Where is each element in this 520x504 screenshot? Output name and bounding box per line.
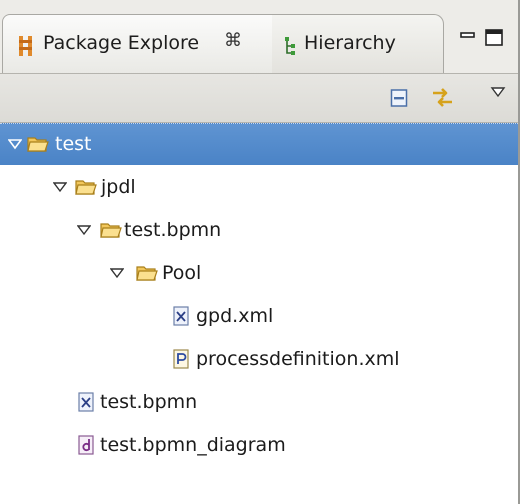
tab-package-explorer-label: Package Explore [43,32,200,54]
tree-item-label: processdefinition.xml [196,348,400,370]
expand-twisty-icon[interactable] [8,138,22,150]
tree-item-label: test.bpmn [124,219,222,241]
view-tab-bar: Package Explore ⌘ Hierarchy [0,0,518,74]
folder-icon [75,180,97,195]
tree-item-label: gpd.xml [196,305,274,327]
project-folder-icon [27,137,49,152]
xml-file-icon [173,306,189,326]
tree-item-test-bpmn-file[interactable]: test.bpmn [0,382,518,424]
tree-item-label: test [55,133,92,155]
tab-hierarchy[interactable]: Hierarchy [272,14,444,74]
tree-item-label: jpdl [101,176,136,198]
close-tab-icon[interactable]: ⌘ [224,32,242,50]
expand-twisty-icon[interactable] [77,224,91,236]
tree-item-label: Pool [162,262,202,284]
tree-item-test-bpmn-diagram[interactable]: test.bpmn_diagram [0,425,518,467]
folder-icon [136,266,158,281]
package-explorer-view: Package Explore ⌘ Hierarchy test jpdl te… [0,0,520,504]
package-explorer-icon [19,36,32,56]
diagram-file-icon [78,435,94,455]
project-tree: test jpdl test.bpmn Pool gpd.xml process… [0,123,518,504]
tree-item-test-bpmn-folder[interactable]: test.bpmn [0,210,518,252]
collapse-all-icon[interactable] [390,88,408,108]
tree-item-processdefinition-xml[interactable]: processdefinition.xml [0,339,518,381]
maximize-icon[interactable] [484,28,506,48]
hierarchy-icon [285,37,295,55]
tree-item-jpdl[interactable]: jpdl [0,167,518,209]
view-menu-icon[interactable] [490,86,506,98]
tab-package-explorer[interactable]: Package Explore ⌘ [2,14,274,74]
tree-item-gpd-xml[interactable]: gpd.xml [0,296,518,338]
tree-item-label: test.bpmn [100,391,198,413]
expand-twisty-icon[interactable] [53,181,67,193]
expand-twisty-icon[interactable] [110,267,124,279]
tree-item-pool[interactable]: Pool [0,253,518,295]
view-toolbar [0,73,518,123]
tree-item-label: test.bpmn_diagram [100,434,286,456]
tree-item-test[interactable]: test [0,123,518,165]
xml-file-icon [78,392,94,412]
link-with-editor-icon[interactable] [430,85,456,111]
process-definition-file-icon [173,349,189,369]
folder-icon [100,223,122,238]
tab-hierarchy-label: Hierarchy [304,32,396,54]
minimize-icon[interactable] [460,30,476,44]
